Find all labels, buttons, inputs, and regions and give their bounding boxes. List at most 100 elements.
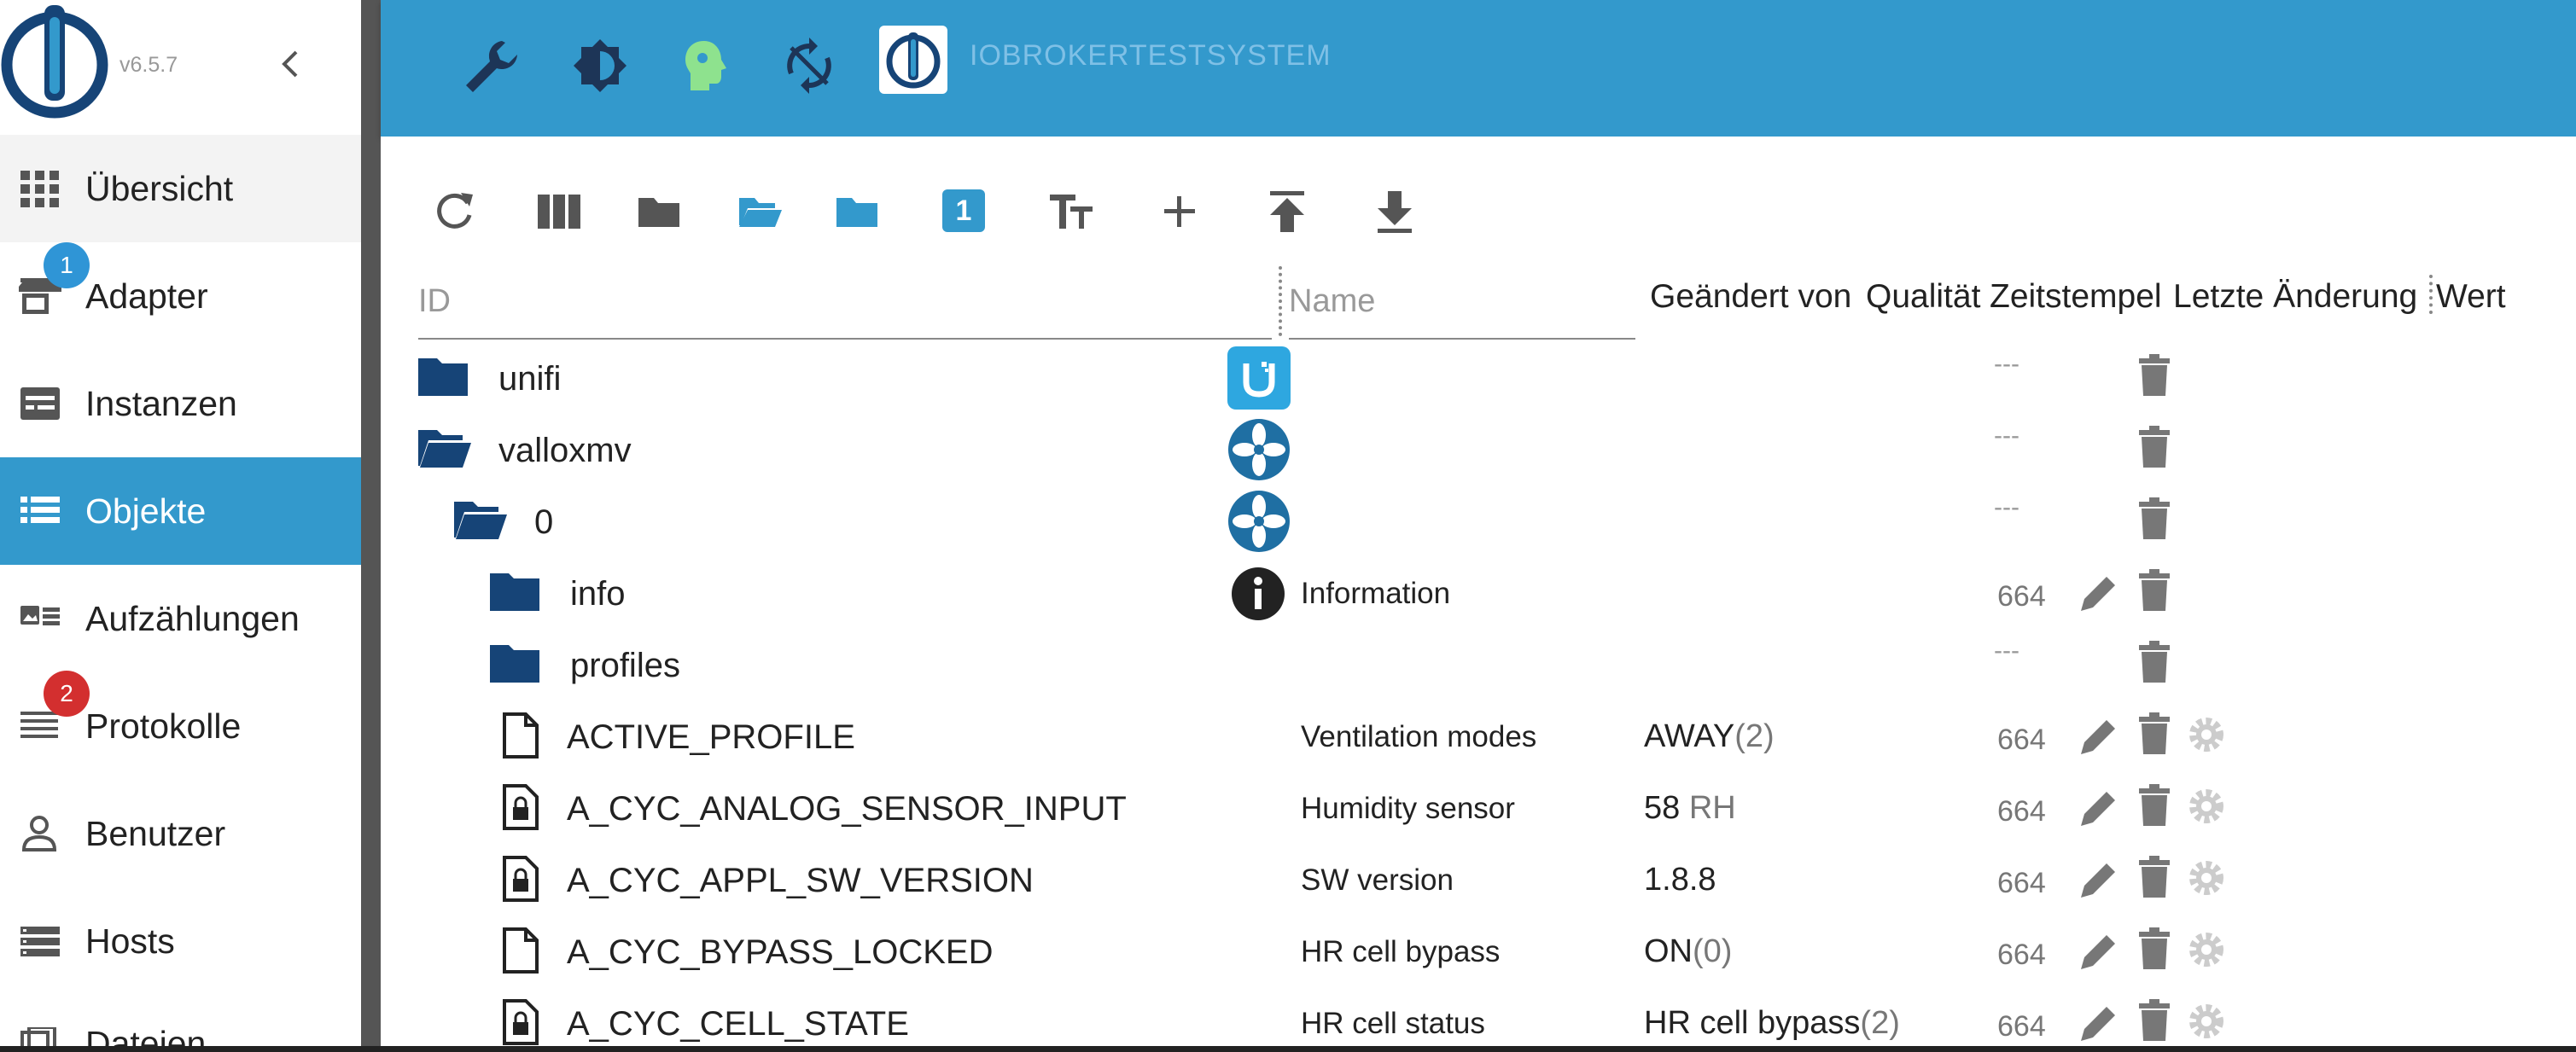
bottom-border <box>0 1046 2576 1052</box>
refresh-icon[interactable] <box>430 188 478 235</box>
acl-value: --- <box>1994 350 2019 378</box>
sidebar-item-dateien[interactable]: Dateien <box>0 995 361 1052</box>
table-row[interactable]: A_CYC_CELL_STATE HR cell status HR cell … <box>381 988 2576 1052</box>
state-value[interactable]: HR cell bypass(2) <box>1644 1005 1900 1042</box>
sidebar-scrollbar[interactable] <box>361 0 381 1052</box>
table-row[interactable]: A_CYC_BYPASS_LOCKED HR cell bypass ON(0)… <box>381 916 2576 988</box>
edit-icon[interactable] <box>2078 1002 2120 1044</box>
sidebar-item-hosts[interactable]: Hosts <box>0 887 361 995</box>
state-value[interactable]: ON(0) <box>1644 933 1732 970</box>
gear-icon[interactable] <box>2185 785 2228 828</box>
system-title: IOBROKERTESTSYSTEM <box>970 39 1332 72</box>
column-resizer[interactable] <box>2429 275 2436 314</box>
folder-open-icon[interactable] <box>452 498 509 541</box>
iobroker-logo-icon[interactable] <box>0 5 109 119</box>
acl-value: 664 <box>1997 724 2046 756</box>
info-icon <box>1231 567 1285 621</box>
object-id: unifi <box>498 360 562 398</box>
edit-icon[interactable] <box>2078 715 2120 758</box>
folder-icon[interactable] <box>417 355 469 398</box>
acl-value: --- <box>1994 493 2019 521</box>
gear-icon[interactable] <box>2185 928 2228 971</box>
upload-icon[interactable] <box>1263 188 1311 235</box>
delete-icon[interactable] <box>2137 927 2171 971</box>
object-name: Humidity sensor <box>1301 792 1515 825</box>
sidebar-item-instanzen[interactable]: Instanzen <box>0 350 361 457</box>
gear-icon[interactable] <box>2185 713 2228 756</box>
table-row[interactable]: info Information 664 <box>381 558 2576 630</box>
column-resizer[interactable] <box>1279 266 1285 336</box>
column-header-changed-by[interactable]: Geändert von <box>1650 278 1851 316</box>
state-value[interactable]: 1.8.8 <box>1644 862 1716 898</box>
table-row[interactable]: A_CYC_ANALOG_SENSOR_INPUT Humidity senso… <box>381 773 2576 845</box>
column-header-quality[interactable]: Qualität <box>1866 278 1980 316</box>
wrench-icon[interactable] <box>461 36 521 96</box>
name-filter-input[interactable]: Name <box>1289 283 1375 320</box>
download-icon[interactable] <box>1371 188 1419 235</box>
column-header-value[interactable]: Wert <box>2436 278 2506 316</box>
delete-icon[interactable] <box>2137 353 2171 398</box>
expert-mode-icon[interactable] <box>675 36 735 96</box>
file-lock-icon <box>502 855 539 903</box>
edit-icon[interactable] <box>2078 572 2120 614</box>
text-size-icon[interactable] <box>1048 188 1096 235</box>
gear-icon[interactable] <box>2185 857 2228 899</box>
folder-icon[interactable] <box>488 642 541 684</box>
state-value[interactable]: AWAY(2) <box>1644 718 1775 755</box>
sidebar: v6.5.7 Übersicht Adapter 1 Instanzen Obj… <box>0 0 361 1052</box>
acl-value: 664 <box>1997 795 2046 828</box>
delete-icon[interactable] <box>2137 712 2171 756</box>
delete-icon[interactable] <box>2137 998 2171 1043</box>
folder-open-icon[interactable] <box>736 188 784 235</box>
object-id: 0 <box>534 503 554 541</box>
top-app-bar: IOBROKERTESTSYSTEM <box>381 0 2576 137</box>
list-icon <box>19 491 61 531</box>
columns-icon[interactable] <box>536 188 584 235</box>
object-name: Information <box>1301 577 1451 610</box>
sidebar-item-label: Übersicht <box>85 168 234 208</box>
gear-icon[interactable] <box>2185 1000 2228 1043</box>
object-id: A_CYC_CELL_STATE <box>567 1005 909 1043</box>
table-row[interactable]: valloxmv --- <box>381 415 2576 486</box>
acl-value: --- <box>1994 636 2019 665</box>
column-header-last-change[interactable]: Letzte Änderung <box>2173 278 2417 316</box>
table-row[interactable]: profiles --- <box>381 630 2576 701</box>
count-badge-icon[interactable]: 1 <box>942 189 985 232</box>
delete-icon[interactable] <box>2137 568 2171 613</box>
acl-value: 664 <box>1997 580 2046 613</box>
sidebar-item-benutzer[interactable]: Benutzer <box>0 780 361 887</box>
sidebar-item-protokolle[interactable]: Protokolle 2 <box>0 671 361 780</box>
sidebar-item-label: Protokolle <box>85 706 242 746</box>
sidebar-item-aufzaehlungen[interactable]: Aufzählungen <box>0 565 361 672</box>
sidebar-item-uebersicht[interactable]: Übersicht <box>0 135 361 242</box>
add-icon[interactable] <box>1156 188 1203 235</box>
theme-icon[interactable] <box>570 36 630 96</box>
delete-icon[interactable] <box>2137 497 2171 541</box>
folder-open-icon[interactable] <box>417 427 473 469</box>
unifi-adapter-icon <box>1227 346 1291 410</box>
file-icon <box>502 712 539 759</box>
table-row[interactable]: A_CYC_APPL_SW_VERSION SW version 1.8.8 6… <box>381 845 2576 916</box>
table-row[interactable]: 0 --- <box>381 486 2576 558</box>
acl-value: 664 <box>1997 939 2046 971</box>
chevron-left-icon[interactable] <box>277 47 303 81</box>
sidebar-item-objekte[interactable]: Objekte <box>0 457 361 565</box>
table-row[interactable]: unifi --- <box>381 343 2576 415</box>
folder-blue-icon[interactable] <box>833 188 881 235</box>
sidebar-item-adapter[interactable]: Adapter 1 <box>0 242 361 350</box>
delete-icon[interactable] <box>2137 640 2171 684</box>
state-value[interactable]: 58 RH <box>1644 790 1736 827</box>
column-header-timestamp[interactable]: Zeitstempel <box>1990 278 2162 316</box>
table-row[interactable]: ACTIVE_PROFILE Ventilation modes AWAY(2)… <box>381 701 2576 773</box>
edit-icon[interactable] <box>2078 858 2120 901</box>
delete-icon[interactable] <box>2137 425 2171 469</box>
folder-icon[interactable] <box>635 188 683 235</box>
id-filter-input[interactable]: ID <box>418 283 451 320</box>
delete-icon[interactable] <box>2137 855 2171 899</box>
valloxmv-adapter-icon <box>1227 490 1291 553</box>
restart-icon[interactable] <box>779 36 839 96</box>
edit-icon[interactable] <box>2078 787 2120 829</box>
delete-icon[interactable] <box>2137 783 2171 828</box>
folder-icon[interactable] <box>488 570 541 613</box>
edit-icon[interactable] <box>2078 930 2120 973</box>
